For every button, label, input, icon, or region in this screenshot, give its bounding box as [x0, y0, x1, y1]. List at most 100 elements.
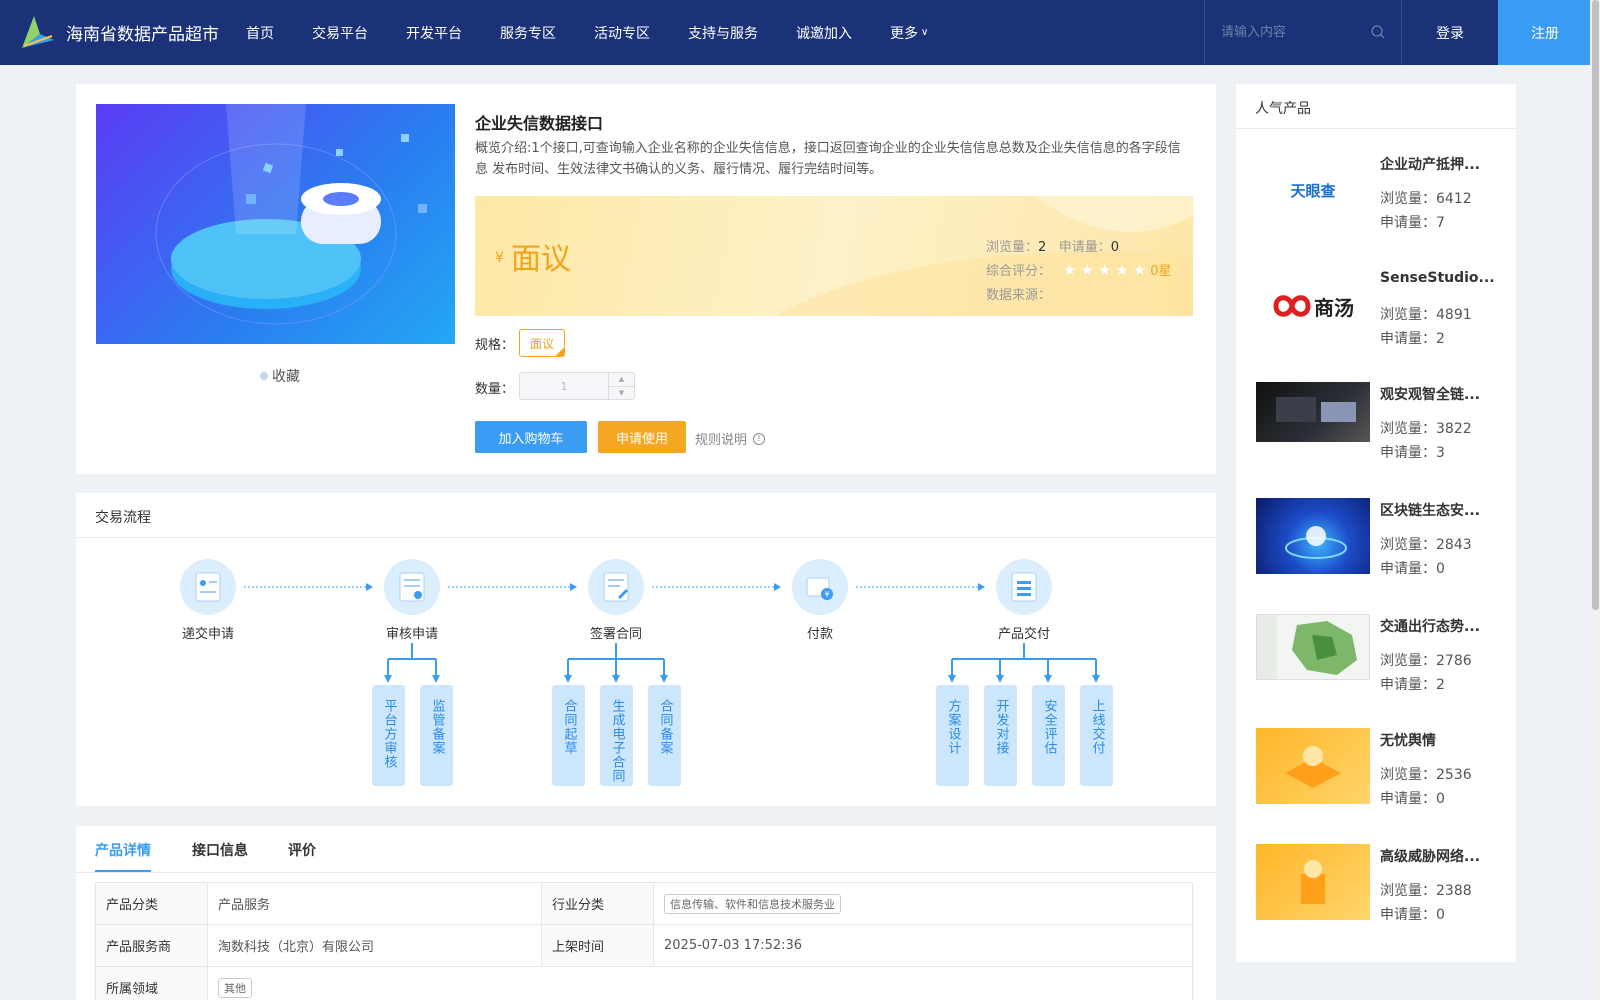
step-payment: ¥ 付款	[775, 559, 865, 642]
popular-item[interactable]: 无忧舆情 浏览量：2536 申请量：0	[1256, 728, 1506, 828]
nav-trade[interactable]: 交易平台	[312, 23, 368, 43]
applies-label: 申请量：	[1380, 791, 1436, 807]
item-name: SenseStudio...	[1380, 270, 1495, 286]
table-value: 2025-07-03 17:52:36	[653, 924, 1193, 967]
substep-label: 开发对接	[993, 699, 1009, 755]
nav-home[interactable]: 首页	[246, 23, 274, 43]
applies-value: 3	[1436, 445, 1445, 461]
substep: 平台方审核	[372, 685, 405, 786]
item-applies: 申请量：3	[1380, 442, 1445, 462]
tab-reviews[interactable]: 评价	[288, 840, 316, 860]
quantity-arrows: ▲ ▼	[608, 373, 634, 399]
applies-label: 申请量：	[1380, 677, 1436, 693]
nav-activity[interactable]: 活动专区	[594, 23, 650, 43]
applies-label: 申请量：	[1380, 561, 1436, 577]
product-card: 收藏 企业失信数据接口 概览介绍:1个接口,可查询输入企业名称的企业失信信息，接…	[76, 84, 1216, 474]
spec-label: 规格：	[475, 338, 515, 353]
table-key: 所属领域	[95, 966, 208, 1000]
decrement-icon[interactable]: ▼	[609, 387, 634, 400]
substep-label: 生成电子合同	[609, 699, 625, 783]
product-thumbnail: 天眼查	[1256, 152, 1370, 228]
apply-button[interactable]: 申请使用	[598, 421, 686, 453]
popular-item[interactable]: 区块链生态安... 浏览量：2843 申请量：0	[1256, 498, 1506, 598]
rating-label: 综合评分：	[986, 264, 1052, 279]
add-to-cart-button[interactable]: 加入购物车	[475, 421, 587, 453]
nav-service[interactable]: 服务专区	[500, 23, 556, 43]
item-views: 浏览量：6412	[1380, 188, 1472, 208]
applies-value: 2	[1436, 331, 1445, 347]
tab-api-info[interactable]: 接口信息	[192, 840, 248, 860]
applies-value: 2	[1436, 677, 1445, 693]
views-label: 浏览量：	[1380, 307, 1436, 323]
nav-dev[interactable]: 开发平台	[406, 23, 462, 43]
scrollbar-thumb[interactable]	[1592, 0, 1599, 610]
increment-icon[interactable]: ▲	[609, 373, 634, 387]
step-label: 产品交付	[997, 627, 1050, 642]
table-row: 所属领域 其他	[95, 966, 1193, 1000]
popular-item[interactable]: 交通出行态势... 浏览量：2786 申请量：2	[1256, 614, 1506, 714]
table-key: 产品分类	[95, 882, 208, 925]
item-name: 交通出行态势...	[1380, 619, 1480, 635]
product-thumbnail	[1256, 844, 1370, 920]
favorite-button[interactable]: 收藏	[260, 366, 300, 386]
step-contract: 签署合同	[571, 559, 661, 642]
product-info-table: 产品分类 产品服务 行业分类 信息传输、软件和信息技术服务业 产品服务商 淘数科…	[95, 882, 1193, 1000]
product-thumbnail	[1256, 382, 1370, 442]
login-button[interactable]: 登录	[1402, 0, 1498, 65]
step-label: 审核申请	[385, 627, 438, 642]
table-key: 产品服务商	[95, 924, 208, 967]
substep-label: 方案设计	[945, 699, 961, 755]
spec-option[interactable]: 面议	[519, 329, 565, 357]
views-label: 浏览量：	[1380, 191, 1436, 207]
substep-label: 平台方审核	[381, 699, 397, 769]
payment-icon: ¥	[792, 559, 848, 615]
sidebar-divider	[1236, 128, 1516, 129]
applies-value: 0	[1436, 791, 1445, 807]
step-review: 审核申请	[367, 559, 457, 642]
table-row: 产品服务商 淘数科技（北京）有限公司 上架时间 2025-07-03 17:52…	[95, 924, 1193, 967]
star-icon: ★	[1115, 260, 1129, 279]
popular-item[interactable]: 观安观智全链... 浏览量：3822 申请量：3	[1256, 382, 1506, 482]
main-nav: 首页 交易平台 开发平台 服务专区 活动专区 支持与服务 诚邀加入 更多 ∨	[246, 0, 966, 65]
item-views: 浏览量：2536	[1380, 764, 1472, 784]
applies-label: 申请量：	[1380, 215, 1436, 231]
search-input[interactable]	[1221, 25, 1371, 40]
popular-item[interactable]: 高级威胁网络... 浏览量：2388 申请量：0	[1256, 844, 1506, 944]
table-key: 行业分类	[541, 882, 654, 925]
substep-label: 合同备案	[657, 699, 673, 755]
substep: 合同备案	[648, 685, 681, 786]
step-submit: 递交申请	[163, 559, 253, 642]
substep: 方案设计	[936, 685, 969, 786]
item-name: 企业动产抵押...	[1380, 157, 1480, 173]
info-icon: !	[753, 432, 766, 445]
favorite-icon	[260, 372, 268, 380]
step-label: 付款	[806, 627, 833, 642]
product-image	[96, 104, 455, 344]
search-icon[interactable]	[1371, 25, 1385, 39]
item-views: 浏览量：3822	[1380, 418, 1472, 438]
source-label: 数据来源：	[986, 288, 1052, 303]
register-button[interactable]: 注册	[1498, 0, 1592, 65]
nav-join[interactable]: 诚邀加入	[796, 23, 852, 43]
substep: 安全评估	[1032, 685, 1065, 786]
applies-value: 0	[1110, 240, 1119, 255]
rules-link[interactable]: 规则说明 !	[695, 429, 766, 448]
price-currency: ¥	[495, 250, 504, 266]
details-card: 产品详情 接口信息 评价 产品分类 产品服务 行业分类 信息传输、软件和信息技术…	[76, 826, 1216, 1000]
site-logo[interactable]	[18, 12, 58, 52]
item-views: 浏览量：2786	[1380, 650, 1472, 670]
nav-support[interactable]: 支持与服务	[688, 23, 758, 43]
popular-item[interactable]: 天眼查 企业动产抵押... 浏览量：6412 申请量：7	[1256, 152, 1506, 252]
quantity-input[interactable]	[520, 373, 608, 399]
substep-label: 合同起草	[561, 699, 577, 755]
site-brand[interactable]: 海南省数据产品超市	[66, 20, 219, 45]
table-value: 产品服务	[207, 882, 542, 925]
views-label: 浏览量：	[1380, 537, 1436, 553]
views-label: 浏览量：	[1380, 421, 1436, 437]
table-row: 产品分类 产品服务 行业分类 信息传输、软件和信息技术服务业	[95, 882, 1193, 925]
nav-more[interactable]: 更多 ∨	[890, 23, 928, 43]
tab-product-details[interactable]: 产品详情	[95, 840, 151, 860]
star-icon: ★	[1063, 260, 1077, 279]
substep: 合同起草	[552, 685, 585, 786]
popular-item[interactable]: 商汤 SenseStudio... 浏览量：4891 申请量：2	[1256, 268, 1506, 368]
